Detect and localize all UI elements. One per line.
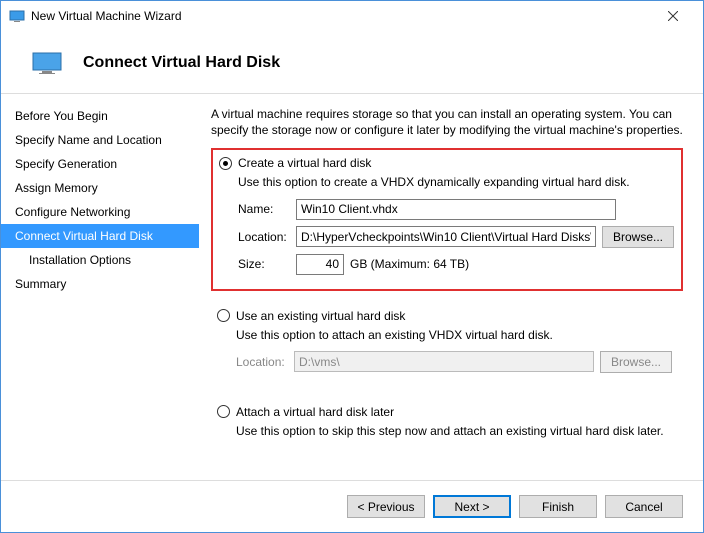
- next-button[interactable]: Next >: [433, 495, 511, 518]
- later-vhd-option[interactable]: Attach a virtual hard disk later: [217, 405, 677, 419]
- cancel-button[interactable]: Cancel: [605, 495, 683, 518]
- create-vhd-option[interactable]: Create a virtual hard disk: [219, 156, 675, 170]
- close-button[interactable]: [650, 1, 695, 31]
- existing-location-input: [294, 351, 594, 372]
- content-area: Before You Begin Specify Name and Locati…: [1, 94, 703, 466]
- later-vhd-label: Attach a virtual hard disk later: [236, 405, 394, 419]
- wizard-header: Connect Virtual Hard Disk: [1, 31, 703, 85]
- step-before-you-begin[interactable]: Before You Begin: [1, 104, 199, 128]
- create-vhd-desc: Use this option to create a VHDX dynamic…: [238, 174, 675, 190]
- existing-location-label: Location:: [236, 355, 294, 369]
- size-row: Size: GB (Maximum: 64 TB): [238, 254, 675, 275]
- step-configure-networking[interactable]: Configure Networking: [1, 200, 199, 224]
- wizard-footer: < Previous Next > Finish Cancel: [1, 480, 703, 532]
- existing-vhd-label: Use an existing virtual hard disk: [236, 309, 405, 323]
- browse-button[interactable]: Browse...: [602, 226, 674, 248]
- intro-text: A virtual machine requires storage so th…: [211, 106, 683, 138]
- later-vhd-group: Attach a virtual hard disk later Use thi…: [211, 399, 683, 455]
- radio-existing[interactable]: [217, 309, 230, 322]
- step-assign-memory[interactable]: Assign Memory: [1, 176, 199, 200]
- existing-vhd-group: Use an existing virtual hard disk Use th…: [211, 303, 683, 387]
- existing-browse-button: Browse...: [600, 351, 672, 373]
- previous-button[interactable]: < Previous: [347, 495, 425, 518]
- app-icon: [9, 8, 25, 24]
- page-title: Connect Virtual Hard Disk: [83, 54, 280, 72]
- location-row: Location: Browse...: [238, 226, 675, 248]
- finish-button[interactable]: Finish: [519, 495, 597, 518]
- location-label: Location:: [238, 230, 296, 244]
- step-specify-generation[interactable]: Specify Generation: [1, 152, 199, 176]
- window-title: New Virtual Machine Wizard: [31, 9, 650, 23]
- existing-vhd-desc: Use this option to attach an existing VH…: [236, 327, 677, 343]
- monitor-icon: [31, 51, 63, 75]
- step-summary[interactable]: Summary: [1, 272, 199, 296]
- radio-create[interactable]: [219, 157, 232, 170]
- create-vhd-label: Create a virtual hard disk: [238, 156, 371, 170]
- radio-later[interactable]: [217, 405, 230, 418]
- existing-vhd-option[interactable]: Use an existing virtual hard disk: [217, 309, 677, 323]
- location-input[interactable]: [296, 226, 596, 247]
- name-label: Name:: [238, 202, 296, 216]
- later-vhd-desc: Use this option to skip this step now an…: [236, 423, 677, 439]
- name-row: Name:: [238, 199, 675, 220]
- name-input[interactable]: [296, 199, 616, 220]
- close-icon: [668, 11, 678, 21]
- size-label: Size:: [238, 257, 296, 271]
- wizard-steps: Before You Begin Specify Name and Locati…: [1, 94, 199, 466]
- step-installation-options[interactable]: Installation Options: [1, 248, 199, 272]
- existing-location-row: Location: Browse...: [236, 351, 677, 373]
- wizard-window: New Virtual Machine Wizard Connect Virtu…: [0, 0, 704, 533]
- create-vhd-group: Create a virtual hard disk Use this opti…: [211, 148, 683, 290]
- step-connect-vhd[interactable]: Connect Virtual Hard Disk: [1, 224, 199, 248]
- step-specify-name[interactable]: Specify Name and Location: [1, 128, 199, 152]
- size-suffix: GB (Maximum: 64 TB): [350, 257, 469, 271]
- size-input[interactable]: [296, 254, 344, 275]
- main-panel: A virtual machine requires storage so th…: [199, 94, 703, 466]
- titlebar: New Virtual Machine Wizard: [1, 1, 703, 31]
